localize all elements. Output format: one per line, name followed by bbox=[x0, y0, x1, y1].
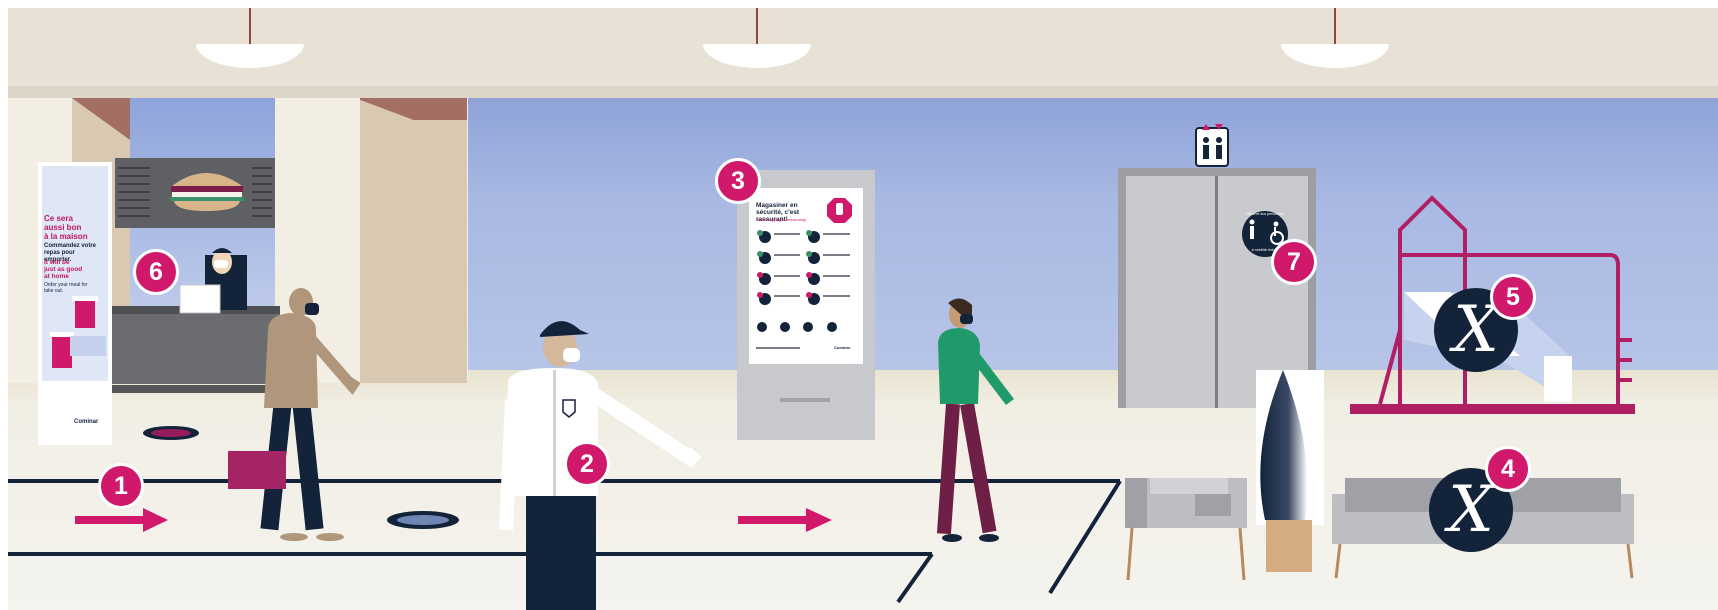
badge-6: 6 bbox=[133, 249, 179, 295]
badge-7: 7 bbox=[1271, 239, 1317, 285]
badge-1: 1 bbox=[98, 463, 144, 509]
floor-sticker bbox=[387, 511, 459, 529]
sticker-top-text: Réservé aux personnes bbox=[1246, 212, 1284, 216]
kiosk-subtitle: Safe shopping is reassuring! bbox=[756, 217, 807, 222]
badge-3: 3 bbox=[715, 158, 761, 204]
badge-5: 5 bbox=[1490, 274, 1536, 320]
poster-en-line-3: at home bbox=[44, 273, 69, 280]
badge-4: 4 bbox=[1485, 446, 1531, 492]
floor-sticker bbox=[143, 426, 199, 440]
takeout-poster bbox=[38, 162, 112, 445]
badge-2: 2 bbox=[564, 441, 610, 487]
kiosk-brand: Cominar bbox=[834, 345, 851, 350]
poster-en-sub: Order your meal for take out. bbox=[44, 282, 88, 294]
poster-fr-line-1: Ce sera bbox=[44, 214, 73, 223]
poster-brand: Cominar bbox=[74, 419, 99, 425]
stop-hand-icon bbox=[827, 198, 852, 223]
poster-en-line-2: just as good bbox=[44, 266, 83, 273]
poster-fr-line-2: aussi bon bbox=[44, 223, 82, 232]
poster-fr-line-3: à la maison bbox=[44, 232, 88, 241]
poster-en-line-1: It will be bbox=[44, 259, 70, 266]
